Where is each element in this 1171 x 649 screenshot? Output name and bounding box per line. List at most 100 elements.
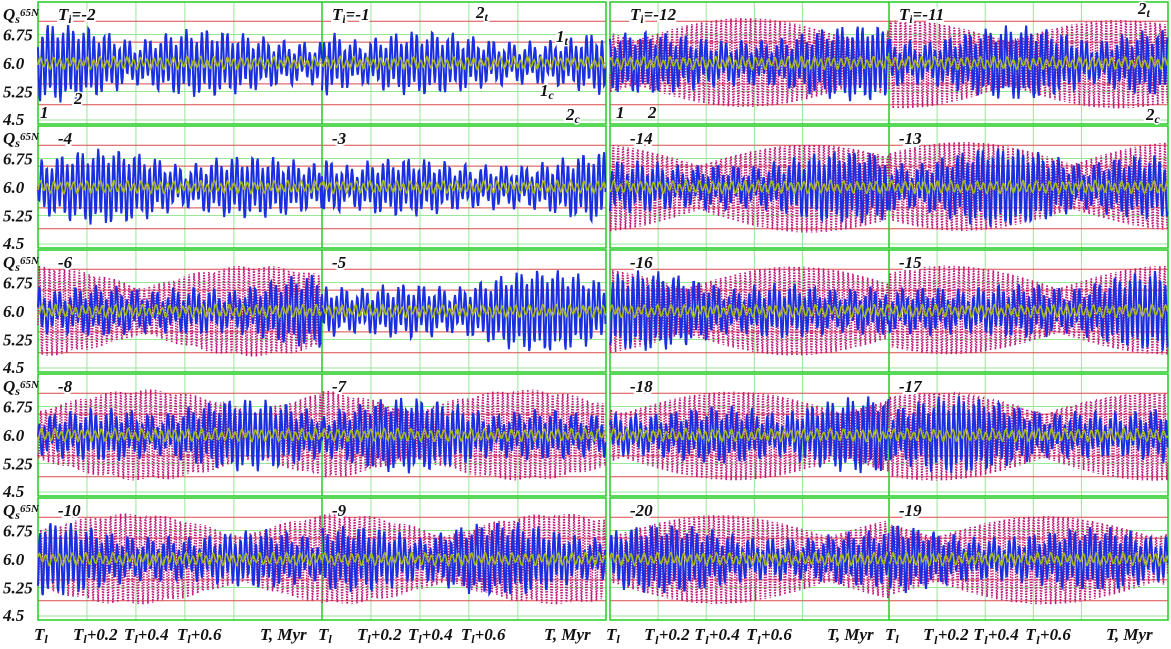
panel--10: -10 [37,499,323,605]
y-axis-row-0: Qs65N6.75 6.0 5.25 4.5 [2,5,40,129]
y-tick-label-part: 6.0 [3,54,25,73]
curve-annotation-part: 2 [1137,0,1147,18]
panel-label-part: -16 [630,253,653,272]
curve-annotation: 2 [73,89,83,108]
x-axis-right: Tl T +0.2l T +0.4l T +0.6l T, Myr Tl T +0.2l T … [606,625,1153,647]
panel--3: -3 [321,127,607,225]
y-tick-label: 4.5 [2,482,25,501]
curve-annotation-part: c [549,88,555,102]
panel-label: -10 [58,501,81,520]
panel-label: Tl=-1 [332,5,370,26]
y-tick-label: 5.25 [3,83,33,102]
x-tick-label: Tl [34,625,48,646]
x-tick-label: Tl+0.2 [73,625,118,646]
x-tick-label: T +0.6 [746,625,792,644]
y-tick-label: 6.0 [3,54,25,73]
curve-annotation-part: t [565,34,569,48]
x-tick-label: Tl [318,625,332,646]
y-axis-row-3: Qs65N6.75 6.0 5.25 4.5 [2,377,40,501]
x-tick-label: T, Myr [544,625,591,644]
panel-label: Tl=-2 [58,5,96,26]
y-tick-label: 4.5 [2,606,25,625]
insolation-figure: Qs65N6.756.05.254.5Qs65N6.756.05.254.5Qs… [2,0,1169,647]
curve-annotation-part: 1 [616,103,625,122]
panel--9: -9 [321,499,607,605]
y-axis-row-4: Qs65N6.75 6.0 5.25 4.5 [2,501,40,625]
panel-label-part: T [58,5,69,24]
y-axis-title: Qs65N [3,253,40,274]
x-tick-label: Tl+0.4 [124,625,169,646]
panel-label: -18 [630,377,653,396]
panel--2: Tl=-2 [37,3,323,103]
curve-annotation: 1 [616,103,625,122]
x-tick-label-part: +0.4 [138,625,169,644]
x-tick-label: Tl [885,625,899,646]
panel-label-part: -13 [899,129,922,148]
curve-annotation-part: 1 [556,27,565,46]
y-tick-label: 6.0 [3,302,25,321]
x-tick-label-part: T, Myr [1106,625,1153,644]
y-tick-label: 5.25 [3,331,33,350]
curve-annotation-part: 1 [40,103,49,122]
y-tick-label: 4.5 [2,358,25,377]
panel-label: -5 [332,253,347,272]
y-axis-title: Qs65N [3,5,40,26]
y-tick-label: 5.25 [3,579,33,598]
y-axis-title: Qs65N [3,377,40,398]
x-tick-label-part: T [408,625,419,644]
y-tick-label-part: 6.0 [3,178,25,197]
curve-annotation-part: 2 [647,103,657,122]
panel-label: Tl=-11 [899,5,944,26]
panel-label: -4 [58,129,72,148]
panel-label-part: = [644,5,654,24]
panel-label-part: -11 [922,5,944,24]
y-axis-row-1: Qs65N6.75 6.0 5.25 4.5 [2,129,40,253]
curve-annotation-part: c [1155,112,1161,126]
y-tick-label-part: 6.0 [3,302,25,321]
panel-label-part: T [899,5,910,24]
y-tick-label-part: 4.5 [2,606,25,625]
panel-label-part: -8 [58,377,73,396]
y-axis-title-part: Q [3,5,15,24]
x-tick-label-part: l [895,632,899,646]
y-tick-label-part: 5.25 [3,579,33,598]
panel-label: -6 [58,253,73,272]
panel-label: -14 [630,129,653,148]
x-tick-label-part: T [73,625,84,644]
panel--14: -14 [609,127,890,233]
panel-label-part: -12 [653,5,676,24]
y-tick-label: 4.5 [2,234,25,253]
curve-annotation-part: t [1147,6,1151,20]
panel-label: -3 [332,129,347,148]
x-tick-label: T, Myr [1106,625,1153,644]
panel-label-part: -3 [332,129,347,148]
y-tick-label-part: 6.75 [3,150,33,169]
x-tick-label: T +0.6 [1025,625,1071,644]
x-tick-label: Tl+0.4 [408,625,453,646]
y-axis-title-part: Q [3,253,15,272]
y-axis-title: Qs65N [3,501,40,522]
panel-label-part: -17 [899,377,923,396]
x-tick-label-part: T [34,625,45,644]
y-tick-label-part: 6.75 [3,398,33,417]
y-tick-label: 4.5 [2,110,25,129]
panel--11: Tl=-11 [888,3,1169,109]
panel--16: -16 [609,251,890,356]
y-tick-label-part: 5.25 [3,83,33,102]
panel--1: Tl=-1 [321,3,607,96]
x-tick-label-part: T [357,625,368,644]
y-tick-label: 6.0 [3,550,25,569]
panel-label-part: -9 [332,501,347,520]
panel-label-part: -1 [355,5,369,24]
curve-annotation: 1 [40,103,49,122]
x-tick-label-part: T, Myr [260,625,307,644]
x-tick-label: Tl+0.6 [177,625,222,646]
y-tick-label-part: 6.75 [3,26,33,45]
panel--5: -5 [321,251,607,352]
x-tick-label-part: T [461,625,472,644]
curve-annotation-part: c [575,112,581,126]
y-axis-title-part: Q [3,501,15,520]
panel--18: -18 [609,375,890,481]
y-axis-title-part: 65N [20,255,40,267]
panel-label-part: T [630,5,641,24]
